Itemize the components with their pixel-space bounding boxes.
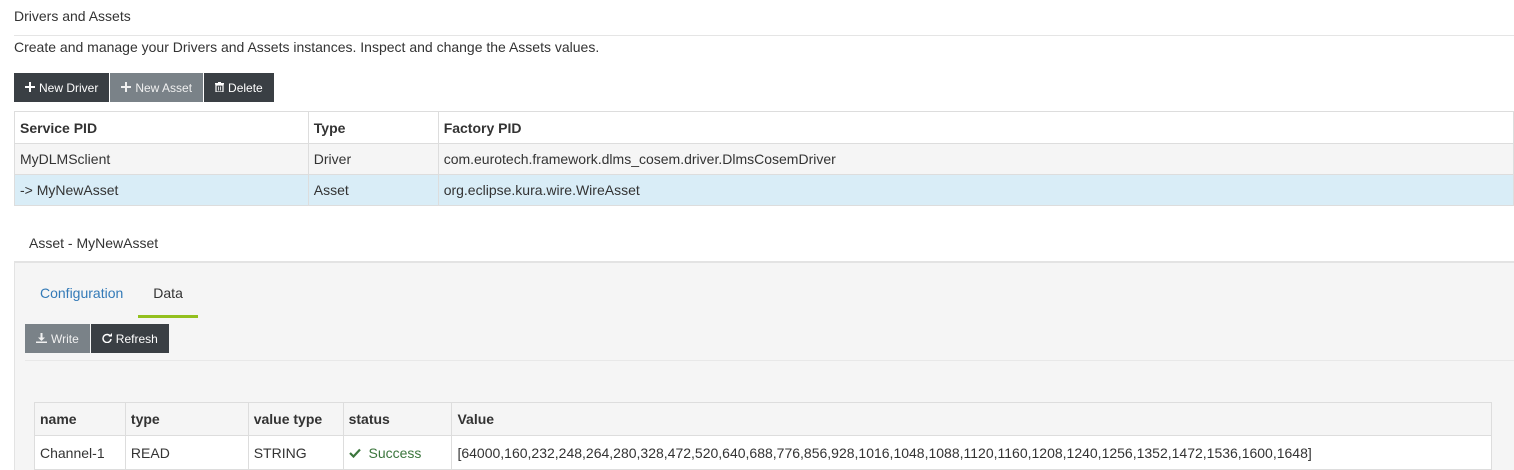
column-header-status[interactable]: status — [342, 402, 453, 436]
tab-configuration[interactable]: Configuration — [25, 275, 138, 318]
column-header-type[interactable]: type — [124, 402, 249, 436]
table-header-row: Service PID Type Factory PID — [14, 111, 1514, 144]
delete-label: Delete — [228, 80, 263, 95]
cell-value-type: STRING — [247, 435, 344, 470]
check-icon — [348, 445, 361, 461]
table-row[interactable]: MyDLMSclient Driver com.eurotech.framewo… — [14, 143, 1514, 175]
cell-service-pid: -> MyNewAsset — [14, 174, 309, 206]
title-divider — [14, 35, 1514, 36]
cell-type: Asset — [308, 174, 439, 206]
data-toolbar: Write Refresh — [25, 324, 169, 353]
new-asset-label: New Asset — [135, 80, 193, 95]
cell-status: Success — [342, 435, 453, 470]
plus-icon — [121, 81, 132, 94]
status-text: Success — [368, 444, 422, 461]
drivers-assets-page: Drivers and Assets Create and manage you… — [0, 0, 1514, 470]
cell-factory-pid: org.eclipse.kura.wire.WireAsset — [438, 174, 1514, 206]
toolbar-divider — [25, 360, 1514, 361]
write-button[interactable]: Write — [25, 324, 90, 353]
table-row-selected[interactable]: -> MyNewAsset Asset org.eclipse.kura.wir… — [14, 174, 1514, 206]
column-header-name[interactable]: name — [34, 402, 126, 436]
refresh-label: Refresh — [115, 331, 158, 346]
column-header-value-type[interactable]: value type — [247, 402, 344, 436]
plus-icon — [25, 81, 35, 94]
new-driver-button[interactable]: New Driver — [14, 73, 110, 102]
tab-data[interactable]: Data — [138, 275, 198, 318]
page-title: Drivers and Assets — [14, 8, 131, 24]
new-driver-label: New Driver — [39, 80, 99, 95]
delete-button[interactable]: Delete — [204, 73, 274, 102]
cell-name: Channel-1 — [34, 435, 126, 470]
trash-icon — [215, 81, 225, 94]
cell-type: READ — [124, 435, 249, 470]
write-label: Write — [51, 331, 79, 346]
column-header-type[interactable]: Type — [308, 111, 439, 144]
cell-service-pid: MyDLMSclient — [14, 143, 309, 175]
cell-factory-pid: com.eurotech.framework.dlms_cosem.driver… — [438, 143, 1514, 175]
refresh-button[interactable]: Refresh — [90, 324, 169, 353]
table-header-row: name type value type status Value — [34, 402, 1492, 436]
drivers-assets-table: Service PID Type Factory PID MyDLMSclien… — [14, 111, 1514, 206]
asset-panel: Configuration Data Write Refresh name ty… — [14, 261, 1514, 470]
channels-table: name type value type status Value Channe… — [34, 402, 1492, 470]
column-header-factory-pid[interactable]: Factory PID — [438, 111, 1514, 144]
cell-value[interactable]: [64000,160,232,248,264,280,328,472,520,6… — [451, 435, 1492, 470]
column-header-value[interactable]: Value — [451, 402, 1492, 436]
page-description: Create and manage your Drivers and Asset… — [14, 39, 600, 55]
asset-tabs: Configuration Data — [25, 275, 198, 318]
table-row[interactable]: Channel-1 READ STRING Success [64000,160… — [34, 435, 1492, 470]
column-header-service-pid[interactable]: Service PID — [14, 111, 309, 144]
cell-type: Driver — [308, 143, 439, 175]
new-asset-button[interactable]: New Asset — [110, 73, 204, 102]
asset-panel-title: Asset - MyNewAsset — [29, 235, 159, 251]
refresh-icon — [102, 332, 112, 345]
drivers-toolbar: New Driver New Asset Delete — [14, 73, 274, 102]
download-icon — [36, 332, 47, 345]
